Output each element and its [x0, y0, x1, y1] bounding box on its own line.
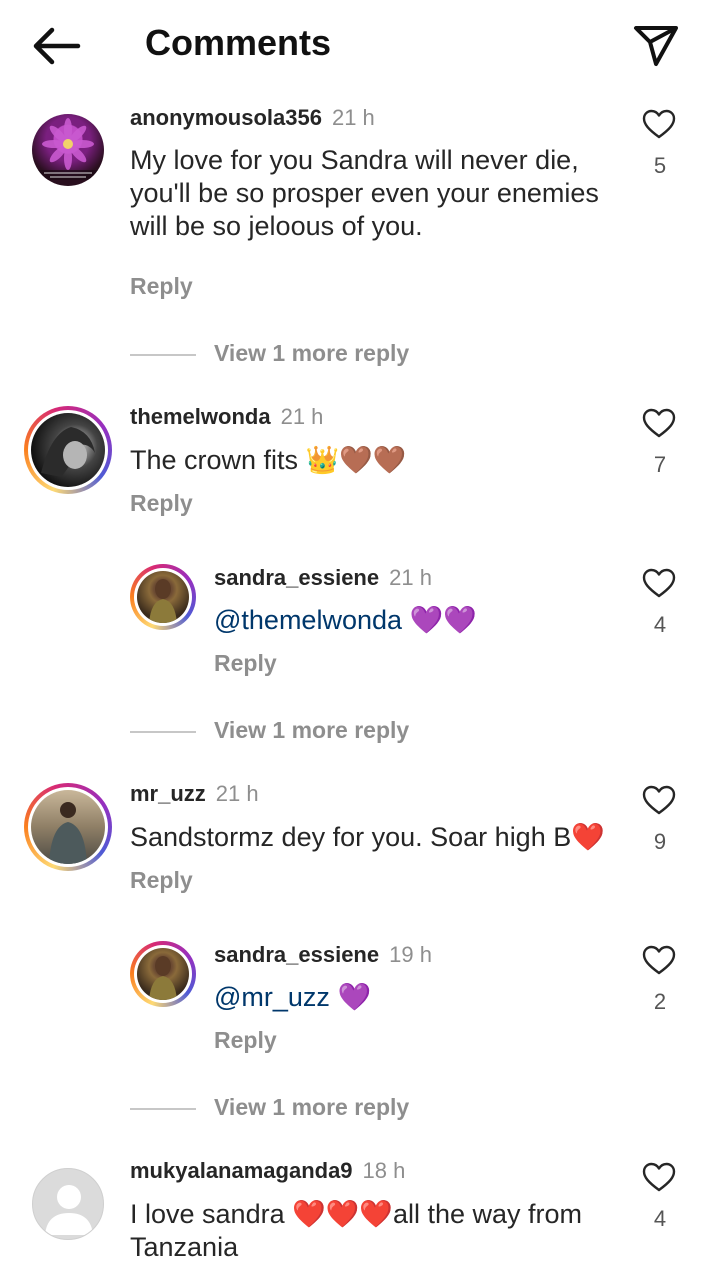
- header-bar: Comments: [0, 0, 720, 92]
- comment-text: My love for you Sandra will never die, y…: [130, 145, 599, 241]
- like-count: 4: [653, 1206, 667, 1231]
- reply-button[interactable]: Reply: [130, 490, 193, 517]
- comment-username[interactable]: sandra_essiene: [214, 565, 379, 590]
- comment-time: 21 h: [280, 404, 324, 429]
- emoji: ❤️❤️❤️: [292, 1199, 393, 1230]
- emoji: 💜: [337, 982, 372, 1013]
- comment-username[interactable]: anonymousola356: [130, 105, 322, 130]
- divider: [130, 1108, 196, 1110]
- like-count: 7: [653, 452, 667, 477]
- like-count: 4: [653, 612, 667, 637]
- emoji: ❤️: [571, 822, 605, 853]
- emoji: 💜💜: [409, 605, 477, 636]
- view-more-replies[interactable]: View 1 more reply: [130, 717, 530, 747]
- avatar[interactable]: [24, 783, 112, 871]
- comment-time: 21 h: [389, 565, 432, 590]
- comment-time: 18 h: [362, 1158, 406, 1183]
- portrait-image: [149, 956, 177, 1000]
- avatar[interactable]: [32, 114, 104, 186]
- comment-text: I love sandra ❤️❤️❤️all the way from Tan…: [130, 1199, 583, 1262]
- mention-link[interactable]: @themelwonda: [214, 605, 402, 635]
- heart-icon[interactable]: [642, 1162, 676, 1192]
- avatar[interactable]: [130, 564, 196, 630]
- comment-time: 21 h: [331, 105, 375, 130]
- divider: [130, 731, 196, 733]
- comment-username[interactable]: sandra_essiene: [214, 942, 379, 967]
- comment-username[interactable]: mukyalanamaganda9: [130, 1158, 353, 1183]
- comment-text: @themelwonda 💜💜: [214, 604, 614, 637]
- portrait-image: [41, 427, 95, 477]
- heart-icon[interactable]: [642, 408, 676, 438]
- heart-icon[interactable]: [642, 109, 676, 139]
- comment-text: The crown fits 👑🤎🤎: [130, 445, 407, 476]
- avatar[interactable]: [130, 941, 196, 1007]
- reply-button[interactable]: Reply: [130, 867, 193, 894]
- comment-username[interactable]: themelwonda: [130, 404, 271, 429]
- flower-image: [38, 118, 98, 180]
- page-title: Comments: [145, 22, 332, 63]
- portrait-image: [149, 579, 177, 623]
- like-count: 2: [653, 989, 667, 1014]
- comment-time: 19 h: [389, 942, 432, 967]
- view-more-replies[interactable]: View 1 more reply: [130, 1094, 530, 1124]
- divider: [130, 354, 196, 356]
- back-arrow-icon[interactable]: [30, 26, 82, 66]
- reply-button[interactable]: Reply: [214, 650, 277, 677]
- like-count: 5: [653, 153, 667, 178]
- send-icon[interactable]: [632, 22, 680, 68]
- portrait-image: [49, 802, 87, 864]
- comment-text: @mr_uzz 💜: [214, 981, 614, 1014]
- default-avatar-icon: [45, 1185, 93, 1235]
- comment-text: Sandstormz dey for you. Soar high B❤️: [130, 822, 605, 853]
- avatar[interactable]: [32, 1168, 104, 1240]
- comment-time: 21 h: [215, 781, 259, 806]
- reply-button[interactable]: Reply: [130, 273, 193, 300]
- mention-link[interactable]: @mr_uzz: [214, 982, 330, 1012]
- reply-button[interactable]: Reply: [214, 1027, 277, 1054]
- view-more-replies[interactable]: View 1 more reply: [130, 340, 530, 370]
- heart-icon[interactable]: [642, 568, 676, 598]
- heart-icon[interactable]: [642, 945, 676, 975]
- emoji: 👑🤎🤎: [305, 445, 407, 476]
- heart-icon[interactable]: [642, 785, 676, 815]
- comment-username[interactable]: mr_uzz: [130, 781, 206, 806]
- avatar[interactable]: [24, 406, 112, 494]
- like-count: 9: [653, 829, 667, 854]
